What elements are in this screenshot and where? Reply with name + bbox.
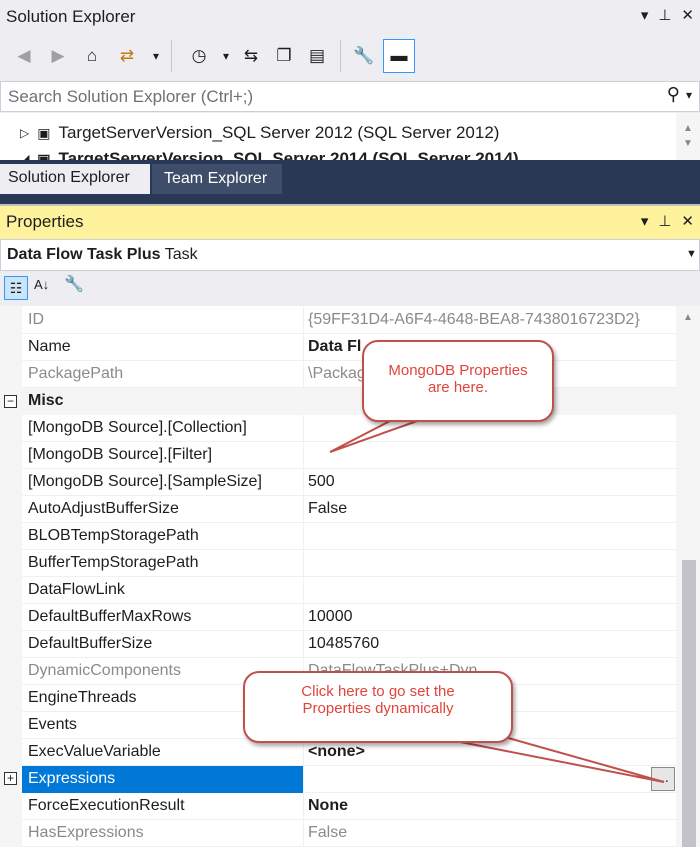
mongodb-callout: MongoDB Properties are here. xyxy=(362,340,554,422)
mongo-callout-pointer xyxy=(329,419,421,453)
expressions-callout: Click here to go set the Properties dyna… xyxy=(243,671,513,743)
